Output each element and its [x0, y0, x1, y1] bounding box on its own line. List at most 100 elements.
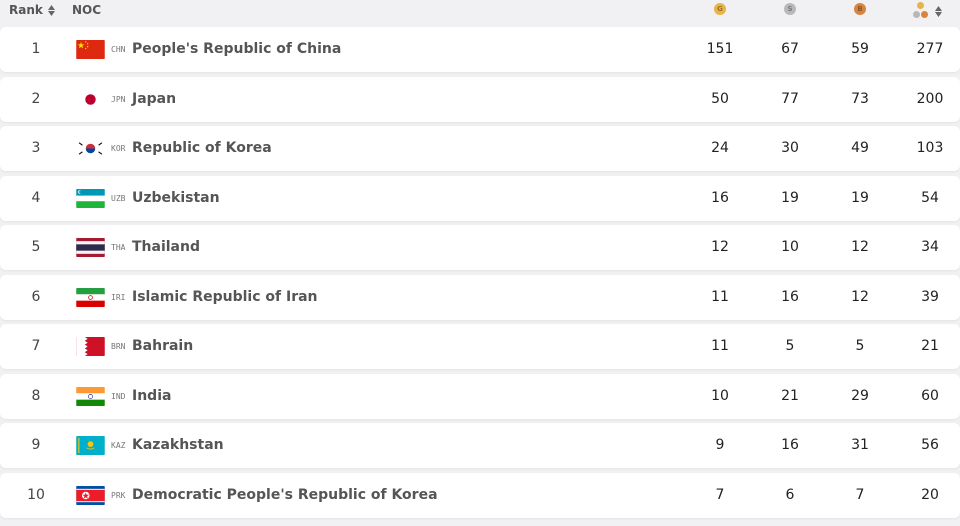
gold-count: 9 [715, 437, 725, 453]
noc-code: JPN [111, 94, 126, 104]
rank-cell: 8 [31, 387, 41, 404]
silver-count: 10 [781, 239, 799, 255]
silver-count: 5 [785, 338, 795, 354]
uzbekistan-flag-icon [76, 188, 105, 208]
country-name-link[interactable]: Thailand [132, 225, 200, 270]
rank-cell: 5 [31, 239, 41, 255]
total-medals-icon [913, 2, 929, 20]
table-row[interactable]: 8 IND India 10 21 29 60 [0, 373, 960, 419]
table-row[interactable]: 9 KAZ Kazakhstan 9 16 31 56 [0, 423, 960, 468]
sort-by-rank-button[interactable]: Rank [9, 3, 55, 17]
bronze-medal-icon: B [854, 3, 866, 15]
silver-medal-letter: S [787, 5, 793, 13]
table-row[interactable]: 6 IRI Islamic Republic of Iran 11 16 12 … [0, 274, 960, 320]
bronze-count: 73 [851, 90, 869, 107]
sort-by-total-button[interactable] [913, 2, 945, 20]
north-korea-flag-icon [76, 485, 105, 505]
gold-count: 11 [711, 288, 729, 305]
total-count: 56 [921, 437, 939, 453]
table-row[interactable]: 3 KOR Republic of Korea 24 30 49 103 [0, 126, 960, 171]
bronze-count: 49 [851, 140, 869, 156]
noc-code: IRI [111, 292, 126, 302]
silver-count: 19 [781, 189, 799, 206]
rank-column-label: Rank [9, 3, 43, 17]
table-row[interactable]: 1 CHN People's Republic of China 151 67 … [0, 27, 960, 72]
gold-count: 151 [706, 41, 734, 57]
bronze-count: 31 [851, 437, 869, 453]
gold-medal-icon: G [714, 3, 726, 15]
noc-code: UZB [111, 193, 126, 203]
country-name-link[interactable]: Uzbekistan [132, 176, 220, 221]
total-count: 21 [921, 338, 939, 354]
sort-arrows-icon [47, 4, 55, 16]
bronze-count: 12 [851, 239, 869, 255]
noc-code: CHN [111, 45, 126, 54]
india-flag-icon [76, 386, 105, 406]
total-count: 34 [921, 239, 939, 255]
country-name-link[interactable]: Islamic Republic of Iran [132, 275, 318, 320]
silver-count: 16 [781, 288, 799, 305]
bronze-count: 7 [855, 486, 865, 503]
country-name-link[interactable]: Bahrain [132, 324, 193, 369]
table-row[interactable]: 5 THA Thailand 12 10 12 34 [0, 225, 960, 270]
total-count: 103 [916, 140, 944, 156]
gold-count: 10 [711, 387, 729, 404]
silver-count: 77 [781, 90, 799, 107]
iran-flag-icon [76, 287, 105, 307]
silver-medal-icon: S [784, 3, 796, 15]
gold-count: 50 [711, 90, 729, 107]
thailand-flag-icon [76, 238, 105, 257]
country-name-link[interactable]: Kazakhstan [132, 423, 224, 468]
silver-count: 6 [785, 486, 795, 503]
bronze-count: 12 [851, 288, 869, 305]
country-name-link[interactable]: India [132, 374, 171, 419]
country-name-link[interactable]: Democratic People's Republic of Korea [132, 473, 438, 518]
rank-cell: 2 [31, 90, 41, 107]
sort-arrows-icon [935, 5, 942, 17]
bronze-count: 59 [851, 41, 869, 57]
bronze-count: 5 [855, 338, 865, 354]
gold-count: 12 [711, 239, 729, 255]
gold-medal-letter: G [717, 5, 723, 13]
rank-cell: 6 [31, 288, 41, 305]
noc-code: PRK [111, 490, 126, 500]
china-flag-icon [76, 40, 105, 59]
bronze-medal-letter: B [857, 5, 863, 13]
noc-code: IND [111, 391, 126, 401]
total-count: 54 [921, 189, 939, 206]
silver-count: 67 [781, 41, 799, 57]
rank-cell: 4 [31, 189, 41, 206]
rank-cell: 10 [27, 486, 45, 503]
rank-cell: 9 [31, 437, 41, 453]
noc-code: KAZ [111, 441, 126, 450]
medal-table: 1 CHN People's Republic of China 151 6 7 … [0, 27, 960, 522]
table-row[interactable]: 4 UZB Uzbekistan 16 19 19 54 [0, 175, 960, 221]
silver-count: 16 [781, 437, 799, 453]
noc-code: BRN [111, 342, 126, 351]
japan-flag-icon [76, 89, 105, 109]
table-row[interactable]: 10 PRK Democratic People's Republic of K… [0, 472, 960, 518]
kazakhstan-flag-icon [76, 436, 105, 455]
total-count: 200 [916, 90, 944, 107]
noc-code: THA [111, 243, 126, 252]
country-name-link[interactable]: Japan [132, 77, 176, 122]
country-name-link[interactable]: Republic of Korea [132, 126, 272, 171]
total-count: 60 [921, 387, 939, 404]
korea-flag-icon [76, 139, 105, 158]
table-row[interactable]: 7 BRN Bahrain 11 5 5 21 [0, 324, 960, 369]
table-row[interactable]: 2 JPN Japan 50 77 73 200 [0, 76, 960, 122]
total-count: 39 [921, 288, 939, 305]
bronze-count: 29 [851, 387, 869, 404]
noc-column-label: NOC [72, 3, 102, 17]
rank-cell: 7 [31, 338, 41, 354]
table-header: Rank NOC G S B [0, 0, 960, 24]
gold-count: 24 [711, 140, 729, 156]
noc-code: KOR [111, 144, 126, 153]
gold-count: 7 [715, 486, 725, 503]
silver-count: 30 [781, 140, 799, 156]
rank-cell: 1 [31, 41, 41, 57]
bahrain-flag-icon [76, 337, 105, 356]
total-count: 277 [916, 41, 944, 57]
total-count: 20 [921, 486, 939, 503]
country-name-link[interactable]: People's Republic of China [132, 27, 341, 72]
